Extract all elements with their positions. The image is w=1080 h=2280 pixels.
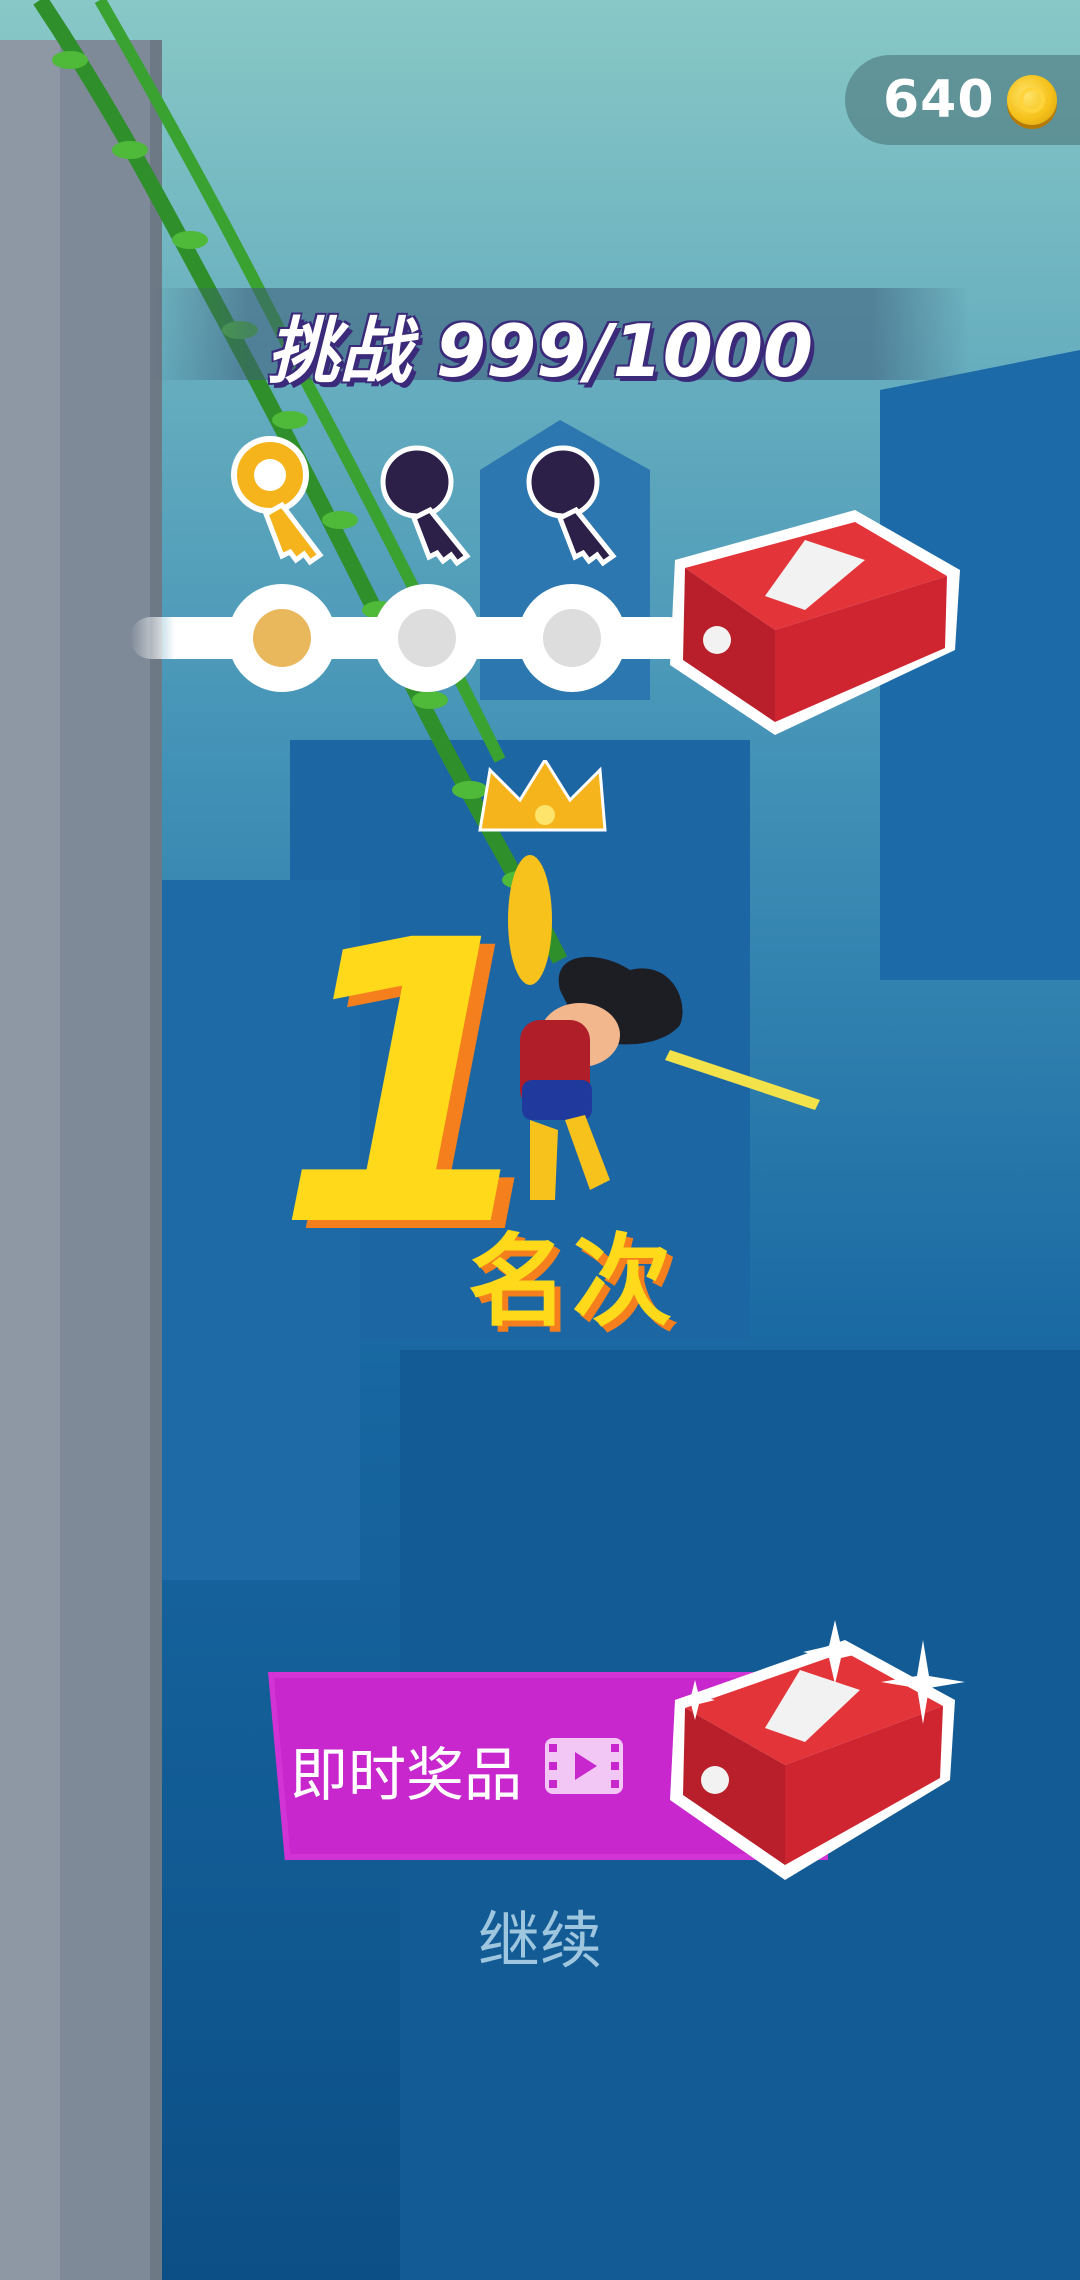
key-icon-locked-2: [380, 445, 471, 567]
continue-link[interactable]: 继续: [0, 1890, 1080, 1980]
video-ad-icon: [545, 1738, 623, 1794]
coin-counter: 640: [845, 55, 1080, 145]
challenge-label: 挑战 999/1000: [266, 309, 814, 393]
chest-icon: [670, 510, 960, 735]
progress-node-2: [373, 584, 481, 692]
progress-node-1: [228, 584, 336, 692]
reward-chest-icon: [670, 1620, 965, 1880]
coin-icon: [1006, 75, 1057, 125]
coin-amount: 640: [883, 70, 995, 130]
key-icon-collected: [231, 436, 324, 566]
key-icon-locked-3: [526, 445, 617, 567]
progress-node-3: [518, 584, 626, 692]
instant-reward-label: 即时奖品: [290, 1741, 523, 1809]
rank-label: 名次: [468, 1223, 676, 1340]
